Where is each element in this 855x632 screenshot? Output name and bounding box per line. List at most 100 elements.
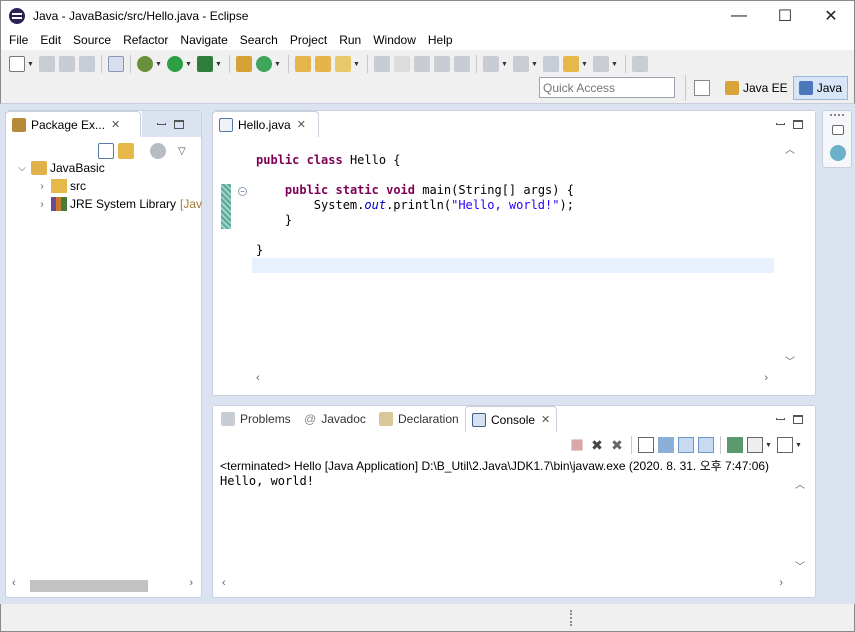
remove-launch-icon[interactable]: ✖ — [589, 437, 605, 453]
tab-javadoc[interactable]: @ Javadoc — [298, 406, 372, 432]
skip-breakpoints-icon[interactable] — [108, 56, 124, 72]
external-tools-dropdown-icon[interactable]: ▼ — [215, 61, 222, 68]
outline-view-icon[interactable] — [830, 145, 846, 161]
status-bar-grip[interactable] — [570, 610, 572, 626]
console-output[interactable]: Hello, world! — [220, 474, 314, 488]
save-all-icon[interactable] — [59, 56, 75, 72]
perspective-java[interactable]: Java — [792, 76, 849, 100]
open-task-icon[interactable] — [315, 56, 331, 72]
scroll-up-icon[interactable]: ︿ — [785, 141, 795, 156]
scroll-left-icon[interactable]: ‹ — [222, 577, 226, 589]
scroll-down-icon[interactable]: ﹀ — [785, 353, 795, 368]
menu-source[interactable]: Source — [67, 30, 117, 50]
print-icon[interactable] — [79, 56, 95, 72]
display-console-dropdown-icon[interactable]: ▼ — [765, 442, 772, 449]
next-annotation-icon[interactable] — [483, 56, 499, 72]
minimize-view-button[interactable] — [771, 116, 789, 132]
menu-file[interactable]: File — [3, 30, 34, 50]
search-dropdown-icon[interactable]: ▼ — [353, 61, 360, 68]
code-line[interactable] — [252, 168, 774, 183]
terminate-icon[interactable] — [571, 439, 583, 451]
close-icon[interactable]: ✕ — [111, 118, 120, 131]
menu-run[interactable]: Run — [333, 30, 367, 50]
menu-navigate[interactable]: Navigate — [174, 30, 233, 50]
scroll-down-icon[interactable]: ﹀ — [795, 558, 805, 573]
quick-access-input[interactable] — [539, 77, 675, 98]
scroll-left-icon[interactable]: ‹ — [256, 372, 260, 384]
maximize-view-button[interactable] — [170, 116, 188, 132]
show-on-stderr-icon[interactable] — [698, 437, 714, 453]
open-type-icon[interactable] — [295, 56, 311, 72]
horizontal-scrollbar[interactable]: ‹ › — [8, 576, 199, 593]
link-with-editor-icon[interactable] — [118, 143, 134, 159]
remove-all-terminated-icon[interactable]: ✖ — [609, 437, 625, 453]
code-line[interactable]: public class Hello { — [252, 153, 774, 168]
clear-console-icon[interactable] — [638, 437, 654, 453]
collapsed-chevron-icon[interactable]: › — [36, 199, 48, 210]
toggle-mark-occurrences-icon[interactable] — [374, 56, 390, 72]
code-text[interactable]: public class Hello { public static void … — [252, 139, 774, 370]
code-line[interactable]: System.out.println("Hello, world!"); — [252, 198, 774, 213]
menu-window[interactable]: Window — [367, 30, 422, 50]
save-icon[interactable] — [39, 56, 55, 72]
code-line[interactable] — [252, 258, 774, 273]
menu-help[interactable]: Help — [422, 30, 459, 50]
tree-item-src[interactable]: › src — [36, 179, 86, 193]
pin-editor-icon[interactable] — [632, 56, 648, 72]
collapsed-chevron-icon[interactable]: › — [36, 181, 48, 192]
run-dropdown-icon[interactable]: ▼ — [185, 61, 192, 68]
scroll-lock-icon[interactable] — [658, 437, 674, 453]
vertical-scrollbar[interactable]: ︿ ﹀ — [791, 474, 808, 575]
view-menu-dropdown-icon[interactable]: ▽ — [178, 146, 186, 157]
expanded-chevron-icon[interactable]: ⌵ — [16, 163, 28, 174]
restore-icon[interactable] — [832, 125, 844, 135]
previous-annotation-icon[interactable] — [513, 56, 529, 72]
tab-problems[interactable]: Problems — [215, 406, 297, 432]
forward-dropdown-icon[interactable]: ▼ — [611, 61, 618, 68]
code-line[interactable]: public static void main(String[] args) { — [252, 183, 774, 198]
tab-package-explorer[interactable]: Package Ex... ✕ — [5, 111, 141, 137]
minimize-view-button[interactable] — [771, 411, 789, 427]
collapse-all-icon[interactable] — [98, 143, 114, 159]
new-dropdown-icon[interactable]: ▼ — [27, 61, 34, 68]
open-console-icon[interactable] — [777, 437, 793, 453]
menu-project[interactable]: Project — [284, 30, 333, 50]
open-console-dropdown-icon[interactable]: ▼ — [795, 442, 802, 449]
minimize-button[interactable]: — — [716, 1, 762, 31]
scroll-right-icon[interactable]: › — [779, 577, 783, 589]
perspective-java-ee[interactable]: Java EE — [720, 76, 793, 100]
show-on-stdout-icon[interactable] — [678, 437, 694, 453]
back-icon[interactable] — [563, 56, 579, 72]
back-dropdown-icon[interactable]: ▼ — [581, 61, 588, 68]
last-edit-location-icon[interactable] — [543, 56, 559, 72]
close-icon[interactable]: ✕ — [541, 413, 550, 426]
external-tools-icon[interactable] — [197, 56, 213, 72]
scroll-up-icon[interactable]: ︿ — [795, 476, 805, 491]
new-icon[interactable] — [9, 56, 25, 72]
scroll-right-icon[interactable]: › — [189, 577, 193, 589]
close-icon[interactable]: ✕ — [297, 118, 306, 131]
open-perspective-icon[interactable] — [694, 80, 710, 96]
show-whitespace-icon[interactable] — [454, 56, 470, 72]
scroll-left-icon[interactable]: ‹ — [12, 577, 16, 589]
code-line[interactable]: } — [252, 243, 774, 258]
close-button[interactable]: ✕ — [808, 1, 854, 31]
code-line[interactable] — [252, 228, 774, 243]
horizontal-scrollbar[interactable]: ‹ › — [252, 371, 774, 388]
tree-item-jre-library[interactable]: › JRE System Library [Jav — [36, 197, 202, 211]
scroll-right-icon[interactable]: › — [764, 372, 768, 384]
previous-annotation-dropdown-icon[interactable]: ▼ — [531, 61, 538, 68]
tab-declaration[interactable]: Declaration — [373, 406, 465, 432]
new-class-dropdown-icon[interactable]: ▼ — [274, 61, 281, 68]
maximize-view-button[interactable] — [789, 411, 807, 427]
vertical-scrollbar[interactable]: ︿ ﹀ — [781, 139, 798, 370]
new-java-class-icon[interactable] — [256, 56, 272, 72]
tree-project-javabasic[interactable]: ⌵ JavaBasic — [16, 161, 105, 175]
menu-search[interactable]: Search — [234, 30, 284, 50]
pin-console-icon[interactable] — [727, 437, 743, 453]
menu-refactor[interactable]: Refactor — [117, 30, 174, 50]
tab-console[interactable]: Console ✕ — [465, 406, 558, 432]
word-wrap-icon[interactable] — [434, 56, 450, 72]
toggle-block-selection-icon[interactable] — [414, 56, 430, 72]
code-line[interactable]: } — [252, 213, 774, 228]
